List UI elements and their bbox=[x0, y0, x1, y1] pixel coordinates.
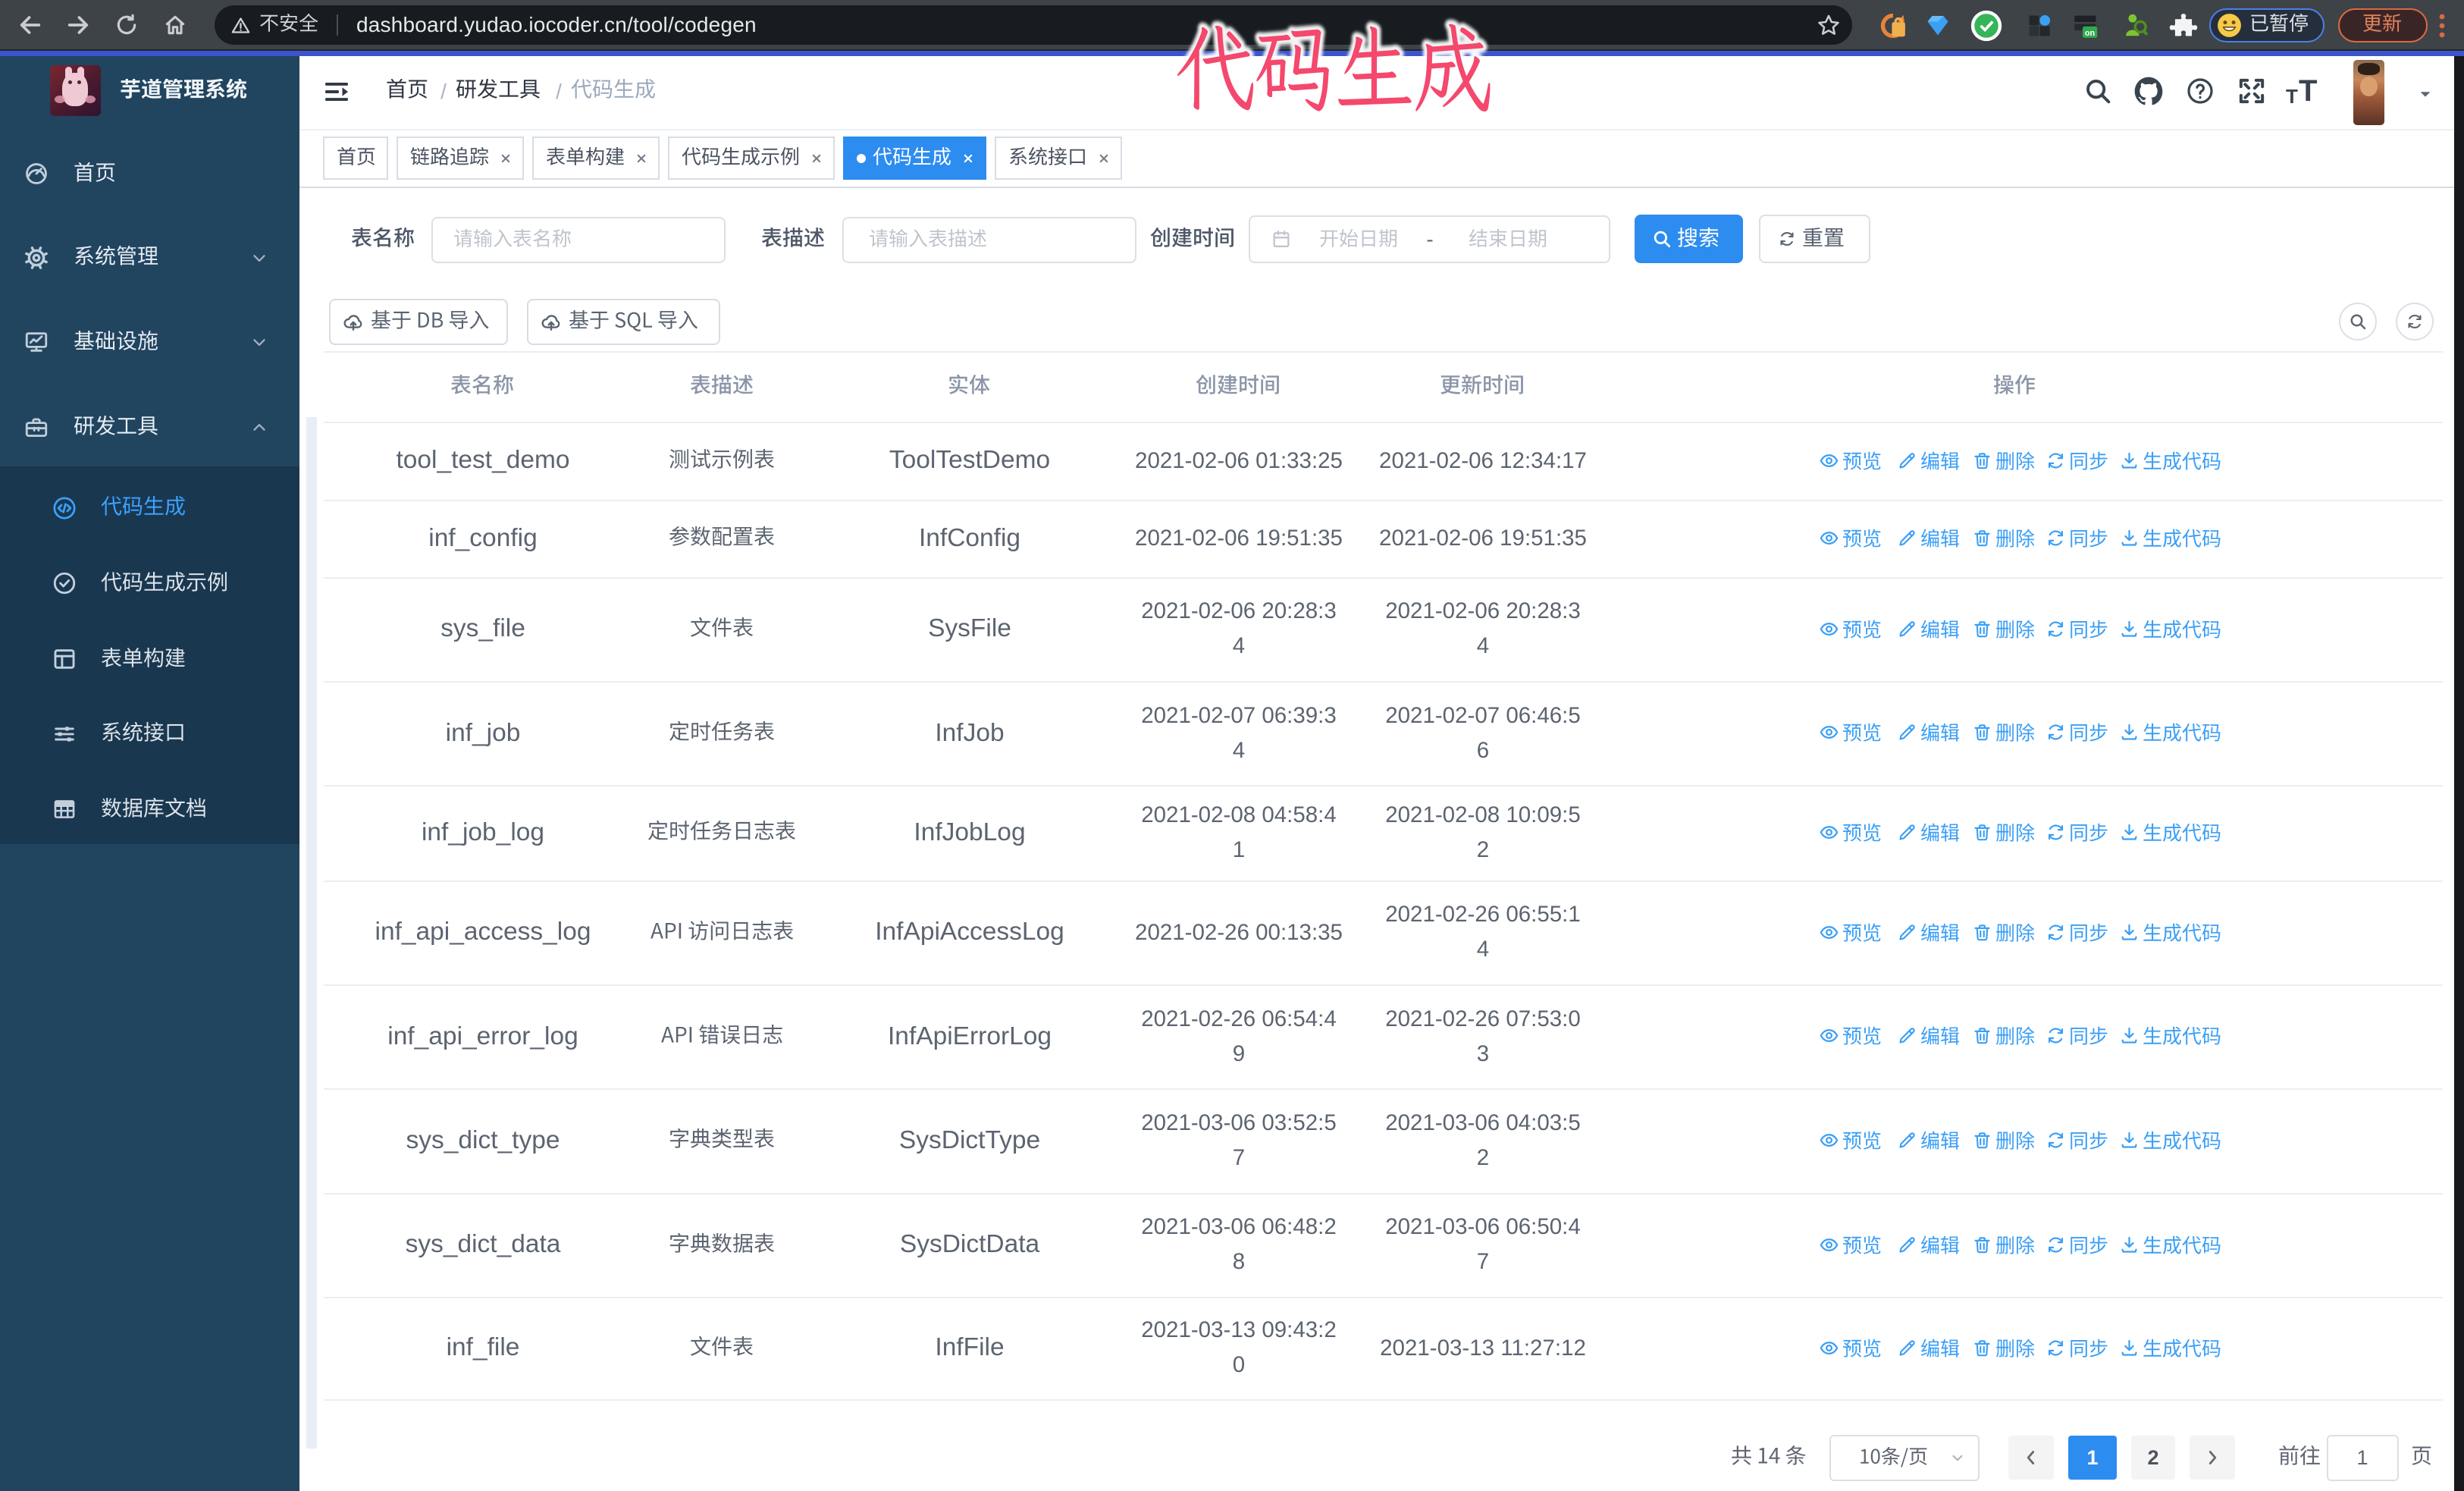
svg-text:on: on bbox=[2085, 29, 2095, 38]
